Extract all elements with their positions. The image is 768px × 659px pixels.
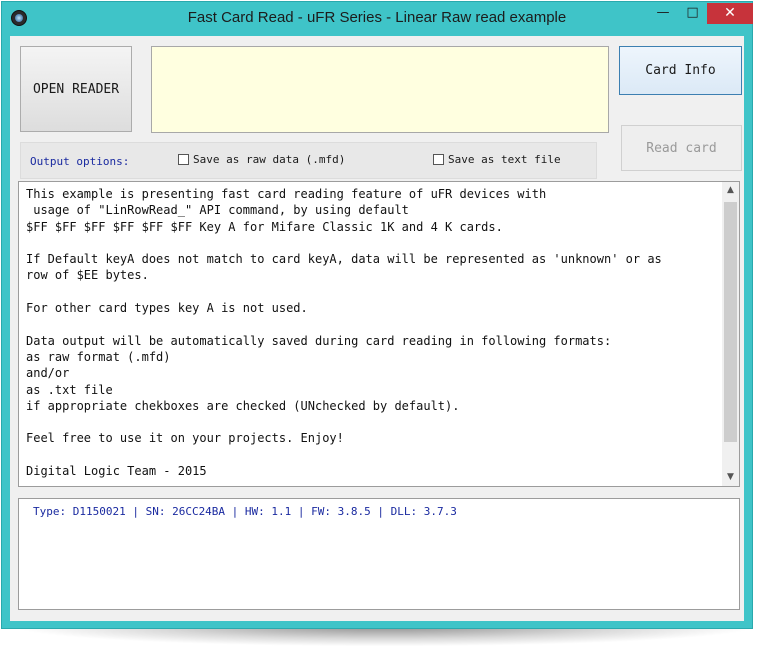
open-reader-button[interactable]: OPEN READER [20, 46, 132, 132]
client-area: OPEN READER Card Info Read card Output o… [10, 36, 744, 621]
description-line: $FF $FF $FF $FF $FF $FF Key A for Mifare… [26, 219, 503, 234]
output-options-panel: Output options: Save as raw data (.mfd) … [20, 142, 597, 179]
close-button[interactable]: ✕ [707, 3, 753, 24]
description-line: as raw format (.mfd) [26, 349, 171, 364]
reader-info-panel [151, 46, 609, 133]
description-line [26, 414, 716, 430]
description-line: This example is presenting fast card rea… [26, 187, 547, 201]
window-title: Fast Card Read - uFR Series - Linear Raw… [187, 9, 567, 26]
description-line [26, 316, 716, 332]
description-line [26, 284, 716, 300]
device-status-text: Type: D1150021 | SN: 26CC24BA | HW: 1.1 … [33, 505, 457, 518]
maximize-button[interactable]: □ [679, 3, 706, 24]
save-text-label: Save as text file [448, 153, 561, 166]
description-text: This example is presenting fast card rea… [26, 186, 716, 479]
save-text-checkbox[interactable]: Save as text file [433, 153, 561, 166]
scroll-thumb[interactable] [724, 202, 737, 442]
save-raw-checkbox-box[interactable] [178, 154, 189, 165]
read-card-button[interactable]: Read card [621, 125, 742, 171]
app-window: Fast Card Read - uFR Series - Linear Raw… [1, 1, 753, 629]
description-line: row of $EE bytes. [26, 268, 149, 283]
description-line: Digital Logic Team - 2015 [26, 464, 207, 479]
card-info-button[interactable]: Card Info [619, 46, 742, 95]
save-raw-label: Save as raw data (.mfd) [193, 153, 346, 166]
scroll-up-icon[interactable]: ▲ [722, 182, 739, 199]
description-line: as .txt file [26, 382, 113, 397]
vertical-scrollbar[interactable]: ▲ ▼ [722, 182, 739, 486]
description-line: Feel free to use it on your projects. En… [26, 431, 344, 446]
title-bar[interactable]: Fast Card Read - uFR Series - Linear Raw… [2, 2, 753, 34]
description-textarea[interactable]: This example is presenting fast card rea… [18, 181, 740, 487]
description-line: If Default keyA does not match to card k… [26, 252, 662, 267]
save-text-checkbox-box[interactable] [433, 154, 444, 165]
description-line: and/or [26, 366, 70, 381]
description-line: For other card types key A is not used. [26, 301, 308, 316]
description-line: usage of "LinRowRead_" API command, by u… [26, 203, 409, 218]
minimize-button[interactable]: — [648, 3, 678, 24]
scroll-down-icon[interactable]: ▼ [722, 469, 739, 486]
output-options-label: Output options: [30, 155, 130, 168]
description-line [26, 447, 716, 463]
description-line [26, 235, 716, 251]
device-status-box[interactable]: Type: D1150021 | SN: 26CC24BA | HW: 1.1 … [18, 498, 740, 610]
save-raw-checkbox[interactable]: Save as raw data (.mfd) [178, 153, 345, 166]
description-line: if appropriate chekboxes are checked (UN… [26, 398, 460, 413]
description-line: Data output will be automatically saved … [26, 333, 612, 348]
